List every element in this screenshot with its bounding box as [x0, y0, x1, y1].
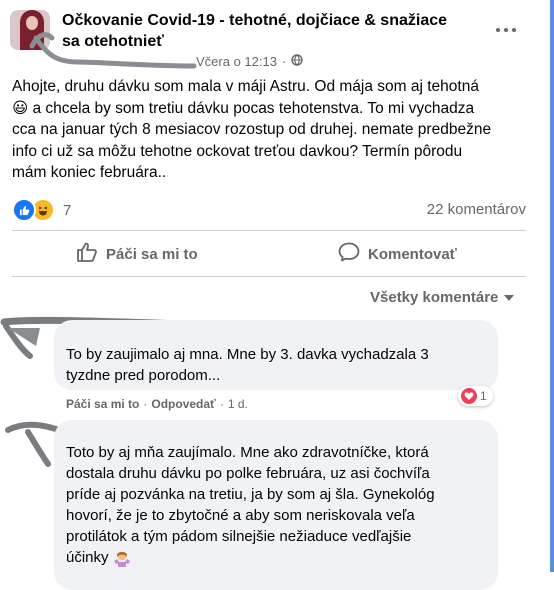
- like-button[interactable]: Páči sa mi to: [76, 242, 198, 266]
- action-separator: ·: [219, 397, 224, 411]
- thumbs-up-icon: [76, 242, 98, 266]
- comment-reply-link[interactable]: Odpovedať: [151, 397, 215, 411]
- reaction-count: 7: [63, 201, 72, 219]
- meta-separator: ·: [281, 54, 287, 69]
- facebook-post: Očkovanie Covid-19 - tehotné, dojčiace &…: [0, 0, 554, 590]
- post-meta: Včera o 12:13 ·: [196, 54, 303, 69]
- woman-shrugging-icon: [113, 549, 131, 568]
- comment-reactions[interactable]: 1: [458, 386, 493, 406]
- like-button-label: Páči sa mi to: [106, 245, 198, 263]
- reaction-summary[interactable]: 7: [12, 198, 71, 222]
- sort-label: Všetky komentáre: [370, 289, 499, 306]
- comment-button-label: Komentovať: [368, 245, 457, 263]
- comment-age[interactable]: 1 d.: [228, 397, 248, 411]
- comment-sort-dropdown[interactable]: Všetky komentáre: [370, 289, 515, 306]
- comment-like-link[interactable]: Páči sa mi to: [66, 397, 139, 411]
- comment-bubble: To by zaujimalo aj mna. Mne by 3. davka …: [54, 320, 498, 390]
- comment-button[interactable]: Komentovať: [338, 242, 457, 266]
- comment-reaction-count: 1: [480, 389, 487, 403]
- globe-icon: [291, 54, 303, 69]
- comment-actions: Páči sa mi to · Odpovedať · 1 d.: [66, 397, 248, 411]
- chevron-down-icon: [504, 294, 515, 301]
- comment-icon: [338, 242, 360, 266]
- more-options-button[interactable]: [492, 20, 520, 40]
- heart-icon: [461, 388, 477, 404]
- comment-text-content: Toto by aj mňa zaujímalo. Mne ako zdravo…: [66, 444, 435, 566]
- redaction-scribble: [29, 32, 197, 69]
- comment-count[interactable]: 22 komentárov: [427, 201, 526, 218]
- comment-bubble: Toto by aj mňa zaujímalo. Mne ako zdravo…: [54, 420, 498, 590]
- comment-text: Toto by aj mňa zaujímalo. Mne ako zdravo…: [66, 442, 492, 568]
- action-separator: ·: [143, 397, 148, 411]
- comment-text: To by zaujimalo aj mna. Mne by 3. davka …: [66, 346, 429, 384]
- scrollbar-edge: [550, 0, 554, 572]
- post-text: Ahojte, druhu dávku som mala v máji Astr…: [12, 78, 492, 181]
- divider: [12, 276, 526, 277]
- post-timestamp[interactable]: Včera o 12:13: [196, 54, 277, 69]
- divider: [12, 230, 526, 231]
- more-icon: [496, 28, 500, 32]
- like-icon: [12, 198, 36, 222]
